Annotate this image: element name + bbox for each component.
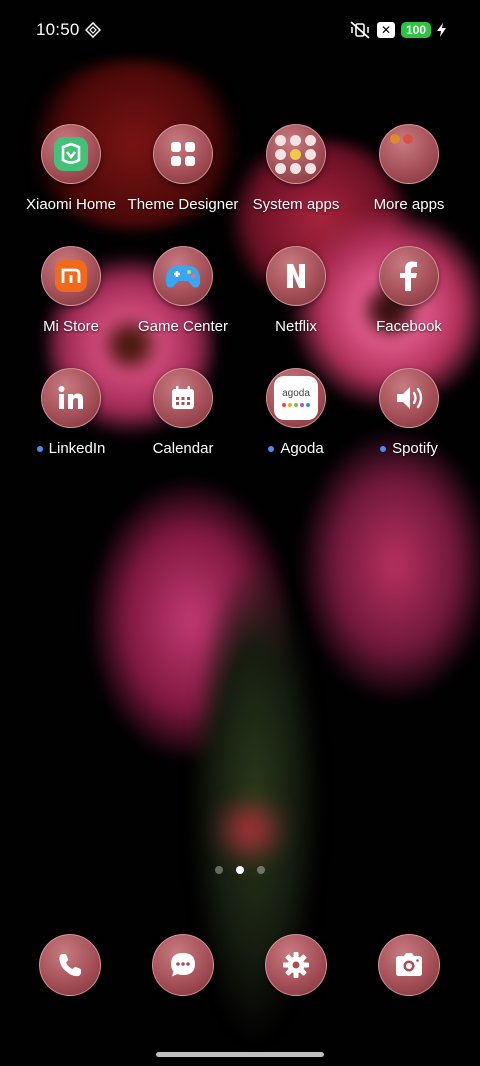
folder-system-apps[interactable]: System apps <box>231 124 361 213</box>
page-indicator <box>0 866 480 874</box>
camera-icon <box>396 953 422 976</box>
linkedin-in-icon <box>58 386 83 409</box>
app-icon-linkedin[interactable] <box>41 368 101 428</box>
four-squares-icon <box>171 142 195 166</box>
dock-camera[interactable] <box>344 934 474 996</box>
app-game-center[interactable]: Game Center <box>118 246 248 335</box>
app-label: Netflix <box>275 318 317 335</box>
app-icon-xiaomi-home[interactable] <box>41 124 101 184</box>
app-xiaomi-home[interactable]: Xiaomi Home <box>6 124 136 213</box>
facebook-f-icon <box>400 261 417 291</box>
app-icon-phone[interactable] <box>39 934 101 996</box>
x-box-icon: ✕ <box>376 22 395 38</box>
app-label: Theme Designer <box>127 196 239 213</box>
status-bar: 10:50 ✕ 100 <box>0 0 480 62</box>
app-label: Mi Store <box>43 318 99 335</box>
page-dot-active[interactable] <box>236 866 244 874</box>
app-linkedin[interactable]: LinkedIn <box>6 368 136 457</box>
app-netflix[interactable]: Netflix <box>231 246 361 335</box>
app-icon-messages[interactable] <box>152 934 214 996</box>
app-label: Calendar <box>152 440 214 457</box>
app-calendar[interactable]: Calendar <box>118 368 248 457</box>
page-dot[interactable] <box>215 866 223 874</box>
dock-phone[interactable] <box>5 934 135 996</box>
app-theme-designer[interactable]: Theme Designer <box>118 124 248 213</box>
agoda-logo-dots <box>282 403 310 407</box>
app-label: LinkedIn <box>6 440 136 457</box>
app-icon-camera[interactable] <box>378 934 440 996</box>
gear-icon <box>283 952 309 978</box>
dock-messages[interactable] <box>118 934 248 996</box>
app-label: Game Center <box>137 318 229 335</box>
folder-preview-grid <box>275 134 317 174</box>
app-label: More apps <box>373 196 445 213</box>
app-icon-game-center[interactable] <box>153 246 213 306</box>
mute-vibrate-icon <box>350 21 370 39</box>
grid-diamond-icon <box>85 22 101 38</box>
app-label: Facebook <box>376 318 442 335</box>
app-label: System apps <box>252 196 340 213</box>
new-install-dot <box>268 445 275 452</box>
message-bubble-icon <box>171 953 195 977</box>
dock-settings[interactable] <box>231 934 361 996</box>
app-icon-netflix[interactable] <box>266 246 326 306</box>
app-facebook[interactable]: Facebook <box>344 246 474 335</box>
new-install-dot <box>380 445 387 452</box>
mini-app-icon <box>390 134 400 144</box>
app-spotify[interactable]: Spotify <box>344 368 474 457</box>
page-dot[interactable] <box>257 866 265 874</box>
app-label: Agoda <box>231 440 361 457</box>
speaker-icon <box>397 387 423 409</box>
agoda-logo-text: agoda <box>282 388 310 399</box>
charging-bolt-icon <box>437 23 446 37</box>
status-icons: ✕ 100 <box>349 20 446 40</box>
app-icon-calendar[interactable] <box>153 368 213 428</box>
app-icon-spotify[interactable] <box>379 368 439 428</box>
home-gesture-bar[interactable] <box>156 1052 324 1057</box>
calendar-icon <box>172 386 194 409</box>
app-label: Spotify <box>344 440 474 457</box>
netflix-n-icon <box>287 264 305 288</box>
mi-home-icon <box>54 137 88 171</box>
gamepad-icon <box>165 265 201 288</box>
app-icon-mi-store[interactable] <box>41 246 101 306</box>
agoda-icon: agoda <box>274 376 318 420</box>
battery-icon: 100 <box>400 22 431 38</box>
folder-icon[interactable] <box>379 124 439 184</box>
mini-app-icon <box>403 134 413 144</box>
app-label: Xiaomi Home <box>25 196 117 213</box>
app-agoda[interactable]: agoda Agoda <box>231 368 361 457</box>
app-mi-store[interactable]: Mi Store <box>6 246 136 335</box>
phone-icon <box>59 954 81 977</box>
app-icon-settings[interactable] <box>265 934 327 996</box>
mi-store-icon <box>55 260 87 292</box>
app-icon-theme-designer[interactable] <box>153 124 213 184</box>
status-time: 10:50 <box>36 20 80 39</box>
folder-icon[interactable] <box>266 124 326 184</box>
new-install-dot <box>36 445 43 452</box>
folder-more-apps[interactable]: More apps <box>344 124 474 213</box>
app-icon-agoda[interactable]: agoda <box>266 368 326 428</box>
app-icon-facebook[interactable] <box>379 246 439 306</box>
